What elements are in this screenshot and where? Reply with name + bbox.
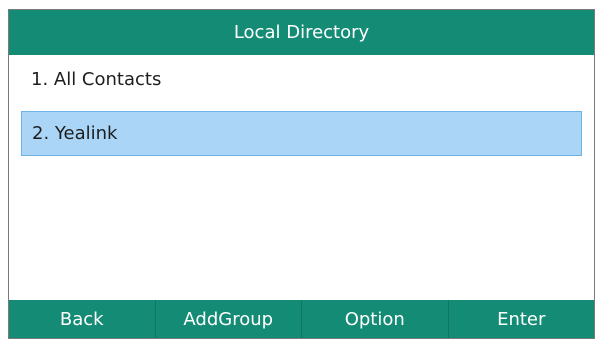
list-item-all-contacts[interactable]: 1. All Contacts	[21, 57, 582, 102]
softkey-label: Enter	[497, 308, 546, 330]
enter-softkey[interactable]: Enter	[447, 300, 595, 338]
softkey-label: Back	[59, 308, 104, 330]
softkey-bar: Back AddGroup Option Enter	[9, 300, 594, 338]
add-group-softkey[interactable]: AddGroup	[154, 300, 302, 338]
list-item-label: 1. All Contacts	[31, 69, 162, 90]
directory-list: 1. All Contacts 2. Yealink	[9, 55, 594, 302]
back-softkey[interactable]: Back	[9, 300, 155, 338]
title-bar: Local Directory	[9, 10, 594, 55]
softkey-label: Option	[344, 308, 405, 330]
list-item-label: 2. Yealink	[32, 123, 118, 144]
phone-screen: Local Directory 1. All Contacts 2. Yeali…	[8, 9, 595, 339]
page-title: Local Directory	[233, 22, 370, 43]
softkey-label: AddGroup	[183, 308, 274, 330]
option-softkey[interactable]: Option	[301, 300, 448, 338]
list-item-yealink[interactable]: 2. Yealink	[21, 111, 582, 156]
